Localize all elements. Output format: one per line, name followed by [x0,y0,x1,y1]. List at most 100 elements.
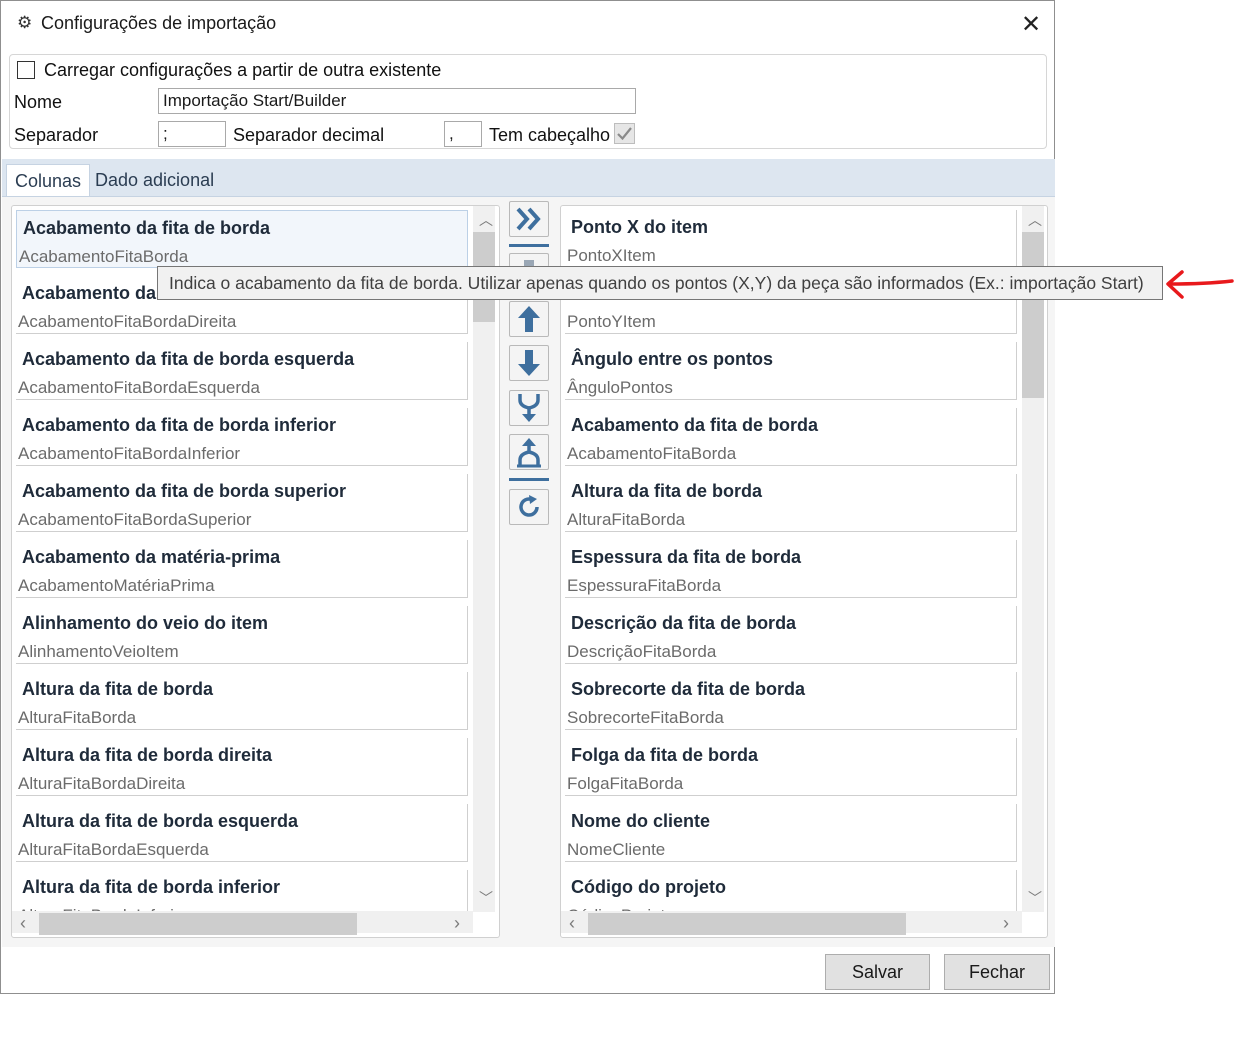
dialog-title: Configurações de importação [41,13,277,33]
name-label: Nome [14,92,63,112]
item-title: Altura da fita de borda inferior [22,877,281,897]
tab-colunas[interactable]: Colunas [6,164,91,196]
available-columns-list[interactable]: Acabamento da fita de borda AcabamentoFit… [11,205,500,938]
item-title: Altura da fita de borda direita [22,745,273,765]
close-icon[interactable]: ✕ [1021,10,1041,39]
left-list-item[interactable]: Altura da fita de borda direita AlturaFit… [16,738,468,796]
merge-button[interactable] [509,390,549,426]
item-title: Acabamento da fita de borda inferior [22,415,337,435]
annotation-arrow-icon [1166,270,1234,299]
tooltip: Indica o acabamento da fita de borda. Ut… [157,266,1163,300]
scroll-right-icon[interactable]: › [454,913,460,934]
item-title: Espessura da fita de borda [571,547,802,567]
split-icon [517,438,541,468]
left-list-item[interactable]: Acabamento da fita de borda superior Acab… [16,474,468,532]
scroll-left-icon[interactable]: ‹ [20,913,26,934]
move-up-button[interactable] [509,301,549,337]
refresh-button[interactable] [509,489,549,525]
load-existing-label: Carregar configurações a partir de outra… [44,60,442,80]
item-field-name: AcabamentoFitaBordaInferior [18,444,241,463]
right-list-item[interactable]: Altura da fita de borda AlturaFitaBorda [565,474,1017,532]
item-field-name: AlturaFitaBordaEsquerda [18,840,209,859]
import-settings-dialog: ⚙ Configurações de importação ✕ Carregar… [0,0,1055,994]
split-button[interactable] [509,434,549,470]
add-all-icon [516,207,541,231]
item-title: Ângulo entre os pontos [571,349,773,369]
item-field-name: AcabamentoFitaBorda [19,247,189,266]
item-title: Acabamento da fita de borda superior [22,481,347,501]
item-field-name: AlturaFitaBorda [567,510,686,529]
item-field-name: SobrecorteFitaBorda [567,708,724,727]
left-list-item[interactable]: Acabamento da fita de borda AcabamentoFit… [16,210,468,268]
close-button[interactable]: Fechar [944,954,1050,990]
item-title: Folga da fita de borda [571,745,759,765]
scroll-down-icon[interactable]: ﹀ [1028,888,1042,908]
right-list-item[interactable]: Espessura da fita de borda EspessuraFitaB… [565,540,1017,598]
item-field-name: EspessuraFitaBorda [567,576,722,595]
remove-icon [524,259,534,267]
item-title: Acabamento da fita de borda [23,218,271,238]
has-header-checkbox[interactable] [614,123,635,144]
load-existing-checkbox[interactable] [17,61,35,79]
move-down-button[interactable] [509,345,549,381]
decimal-separator-input[interactable]: , [444,121,482,147]
separator-label: Separador [14,125,99,145]
add-all-button[interactable] [509,201,549,237]
item-field-name: AcabamentoFitaBordaEsquerda [18,378,260,397]
selected-columns-list[interactable]: Ponto X do itemPontoXItemPonto Y do item… [560,205,1048,938]
item-field-name: FolgaFitaBorda [567,774,684,793]
item-field-name: PontoXItem [567,246,656,265]
scroll-up-icon[interactable]: ︿ [1028,210,1042,230]
move-down-icon [518,350,540,376]
gear-icon: ⚙ [17,13,33,32]
tab-dado-adicional[interactable]: Dado adicional [87,164,222,196]
separator-input[interactable]: ; [158,121,226,147]
scroll-down-icon[interactable]: ﹀ [479,888,493,908]
left-list-item[interactable]: Altura da fita de borda AlturaFitaBorda [16,672,468,730]
scroll-right-icon[interactable]: › [1003,913,1009,934]
left-list-item[interactable]: Acabamento da fita de borda inferior Acab… [16,408,468,466]
left-horizontal-scrollbar[interactable]: ‹ › [12,911,473,935]
left-hscroll-thumb[interactable] [39,913,357,935]
left-list-item[interactable]: Acabamento da fita de borda esquerda Acab… [16,342,468,400]
title-bar: ⚙ Configurações de importação ✕ [1,1,1056,47]
left-list-item[interactable]: Acabamento da matéria-prima AcabamentoMat… [16,540,468,598]
remove-button[interactable] [509,253,549,267]
refresh-icon [519,495,539,517]
scroll-up-icon[interactable]: ︿ [479,210,493,230]
item-title: Altura da fita de borda [571,481,763,501]
right-list-item[interactable]: Acabamento da fita de borda AcabamentoFit… [565,408,1017,466]
name-input[interactable]: Importação Start/Builder [158,88,636,114]
item-title: Acabamento da fita de borda [571,415,819,435]
right-list-item[interactable]: Ângulo entre os pontos ÂnguloPontos [565,342,1017,400]
item-field-name: AcabamentoFitaBorda [567,444,737,463]
right-horizontal-scrollbar[interactable]: ‹ › [561,911,1022,935]
left-list-item[interactable]: Alinhamento do veio do item AlinhamentoVe… [16,606,468,664]
right-hscroll-thumb[interactable] [588,913,906,935]
right-list-item[interactable]: Sobrecorte da fita de borda SobrecorteFit… [565,672,1017,730]
merge-icon [518,394,540,422]
item-title: Altura da fita de borda [22,679,214,699]
item-title: Sobrecorte da fita de borda [571,679,806,699]
right-list-item[interactable]: Ponto X do item PontoXItem [565,210,1017,268]
item-title: Ponto X do item [571,217,708,237]
item-field-name: NomeCliente [567,840,666,859]
left-list-item[interactable]: Altura da fita de borda esquerda AlturaFi… [16,804,468,862]
right-list-item[interactable]: Nome do cliente NomeCliente [565,804,1017,862]
decimal-separator-label: Separador decimal [233,125,385,145]
right-list-item[interactable]: Descrição da fita de borda DescriçãoFitaB… [565,606,1017,664]
right-vscroll-thumb[interactable] [1022,232,1044,398]
item-field-name: AlinhamentoVeioItem [18,642,179,661]
move-up-icon [518,306,540,332]
item-field-name: AcabamentoFitaBordaDireita [18,312,237,331]
right-vertical-scrollbar[interactable]: ︿ ﹀ [1022,206,1044,912]
item-field-name: AlturaFitaBordaDireita [18,774,186,793]
item-field-name: AcabamentoMatériaPrima [18,576,215,595]
item-field-name: AlturaFitaBorda [18,708,137,727]
save-button[interactable]: Salvar [825,954,930,990]
scroll-left-icon[interactable]: ‹ [569,913,575,934]
item-field-name: AcabamentoFitaBordaSuperior [18,510,252,529]
item-title: Nome do cliente [571,811,711,831]
right-list-item[interactable]: Folga da fita de borda FolgaFitaBorda [565,738,1017,796]
left-vertical-scrollbar[interactable]: ︿ ﹀ [473,206,495,912]
